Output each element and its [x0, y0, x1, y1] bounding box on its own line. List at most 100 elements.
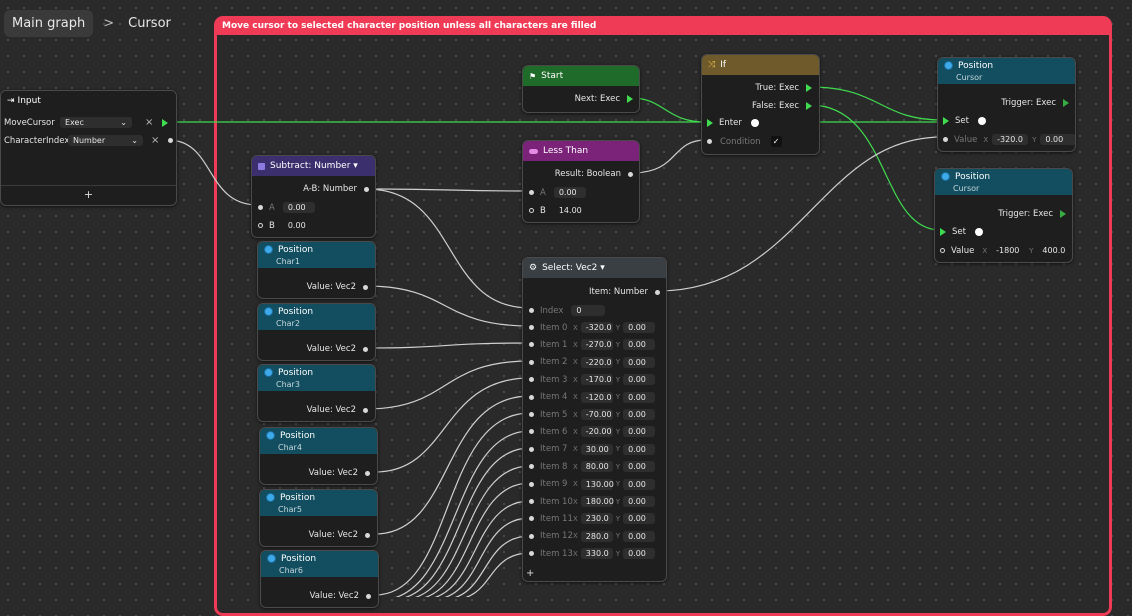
subtract-a-field[interactable]: 0.00 — [282, 202, 315, 213]
select-item-y-field[interactable]: 0.00 — [623, 426, 656, 438]
position-char6-node[interactable]: Position Char6 Value: Vec2 — [260, 550, 379, 608]
position-char1-node[interactable]: Position Char1 Value: Vec2 — [257, 241, 376, 299]
select-item-x-field[interactable]: 180.00 — [580, 496, 614, 507]
position-char5-node[interactable]: Position Char5 Value: Vec2 — [259, 489, 378, 547]
input-type-select-movecursor[interactable]: Exec ⌄ — [60, 117, 132, 128]
select-item-y-field[interactable]: 0.00 — [623, 339, 656, 351]
select-item-x-field[interactable]: 130.00 — [580, 478, 614, 490]
add-input-button[interactable]: + — [1, 188, 176, 201]
number-input-port[interactable] — [258, 205, 263, 210]
vec2-input-port[interactable] — [940, 248, 945, 253]
exec-output-port[interactable] — [806, 84, 812, 92]
select-item-y-field[interactable]: 0.00 — [623, 374, 656, 386]
select-item-y-field[interactable]: 0.00 — [623, 496, 656, 507]
less-than-b-field[interactable]: 14.00 — [554, 205, 588, 216]
select-item-x-field[interactable]: -70.00 — [580, 409, 613, 420]
set-trigger-button[interactable] — [977, 117, 986, 125]
select-node[interactable]: ⚙ Select: Vec2 ▾ Item: Number Index 0 It… — [522, 257, 667, 582]
set-trigger-button[interactable] — [974, 228, 983, 236]
vec2-input-port[interactable] — [529, 446, 534, 452]
vec2-input-port[interactable] — [529, 481, 534, 487]
select-item-x-field[interactable]: 280.0 — [580, 530, 613, 542]
enter-trigger-button[interactable] — [750, 119, 759, 127]
select-item-y-field[interactable]: 0.00 — [623, 443, 656, 455]
select-item-x-field[interactable]: 80.00 — [580, 461, 613, 473]
position-char4-node[interactable]: Position Char4 Value: Vec2 — [259, 427, 378, 485]
vec2-input-port[interactable] — [529, 464, 534, 470]
vec2-input-port[interactable] — [529, 551, 534, 557]
select-item-y-field[interactable]: 0.00 — [623, 478, 656, 490]
exec-output-port[interactable] — [1063, 99, 1069, 107]
vec2-output-port[interactable] — [363, 346, 368, 352]
remove-input-icon[interactable]: × — [151, 135, 159, 146]
less-than-a-field[interactable]: 0.00 — [553, 187, 586, 198]
position-x-field[interactable]: -1800 — [991, 245, 1025, 256]
subtract-node[interactable]: Subtract: Number ▾ A-B: Number A 0.00 B … — [251, 155, 376, 238]
select-item-x-field[interactable]: 30.00 — [580, 443, 613, 455]
select-item-x-field[interactable]: 330.0 — [580, 548, 613, 560]
group-title[interactable]: Move cursor to selected character positi… — [217, 19, 1109, 35]
vec2-output-port[interactable] — [365, 470, 370, 476]
less-than-node[interactable]: Less Than Result: Boolean A 0.00 B 14.00 — [522, 140, 640, 223]
number-input-port[interactable] — [258, 223, 263, 228]
select-item-y-field[interactable]: 0.00 — [623, 391, 656, 403]
vec2-input-port[interactable] — [943, 137, 948, 142]
position-y-field[interactable]: 400.0 — [1037, 245, 1071, 256]
select-item-y-field[interactable]: 0.00 — [623, 530, 656, 542]
vec2-output-port[interactable] — [366, 593, 371, 599]
exec-output-port[interactable] — [627, 95, 633, 103]
select-item-x-field[interactable]: 230.0 — [580, 513, 613, 525]
vec2-input-port[interactable] — [529, 533, 534, 539]
select-index-field[interactable]: 0 — [571, 305, 606, 316]
vec2-input-port[interactable] — [529, 412, 534, 417]
subtract-node-title[interactable]: Subtract: Number ▾ — [270, 161, 358, 171]
select-item-y-field[interactable]: 0.00 — [623, 409, 656, 420]
number-output-port[interactable] — [655, 289, 660, 295]
select-item-x-field[interactable]: -320.0 — [580, 322, 613, 333]
vec2-input-port[interactable] — [529, 394, 534, 400]
boolean-output-port[interactable] — [628, 171, 633, 177]
exec-input-port[interactable] — [940, 228, 946, 236]
position-cursor-node-top[interactable]: Position Cursor Trigger: Exec Set Value … — [937, 57, 1076, 152]
select-item-y-field[interactable]: 0.00 — [623, 513, 656, 525]
start-node[interactable]: ⚑ Start Next: Exec — [522, 65, 640, 113]
vec2-output-port[interactable] — [365, 532, 370, 538]
position-x-field[interactable]: -320.0 — [992, 134, 1029, 145]
breadcrumb-main-graph[interactable]: Main graph — [4, 9, 94, 37]
vec2-input-port[interactable] — [529, 499, 534, 504]
select-node-title[interactable]: Select: Vec2 ▾ — [542, 263, 605, 273]
vec2-input-port[interactable] — [529, 325, 534, 330]
select-item-y-field[interactable]: 0.00 — [623, 322, 656, 333]
input-node[interactable]: ⇥ Input MoveCursor Exec ⌄ × CharacterInde… — [0, 90, 177, 206]
if-node[interactable]: ⤨ If True: Exec False: Exec Enter Condit… — [701, 54, 820, 155]
vec2-output-port[interactable] — [363, 284, 368, 290]
position-y-field[interactable]: 0.00 — [1040, 134, 1075, 145]
vec2-input-port[interactable] — [529, 516, 534, 522]
vec2-output-port[interactable] — [363, 407, 368, 413]
number-input-port[interactable] — [529, 308, 534, 313]
select-item-x-field[interactable]: -120.0 — [580, 391, 613, 403]
vec2-input-port[interactable] — [529, 429, 534, 435]
select-item-y-field[interactable]: 0.00 — [623, 461, 656, 473]
exec-input-port[interactable] — [707, 119, 713, 127]
remove-input-icon[interactable]: × — [145, 117, 153, 128]
input-type-select-characterindex[interactable]: Number ⌄ — [68, 135, 143, 146]
boolean-input-port[interactable] — [707, 139, 712, 144]
select-item-y-field[interactable]: 0.00 — [623, 356, 656, 368]
vec2-input-port[interactable] — [529, 342, 534, 348]
condition-checkbox[interactable]: ✓ — [770, 136, 782, 147]
number-output-port[interactable] — [168, 138, 174, 143]
position-char2-node[interactable]: Position Char2 Value: Vec2 — [257, 303, 376, 361]
exec-output-port[interactable] — [806, 102, 812, 110]
input-name-movecursor[interactable]: MoveCursor — [4, 118, 60, 128]
select-item-x-field[interactable]: -170.0 — [580, 374, 613, 386]
add-item-button[interactable]: + — [526, 568, 534, 579]
select-item-x-field[interactable]: -20.00 — [580, 426, 613, 438]
select-item-x-field[interactable]: -220.0 — [580, 356, 613, 368]
exec-output-port[interactable] — [1060, 210, 1066, 218]
position-cursor-node-bottom[interactable]: Position Cursor Trigger: Exec Set Value … — [934, 168, 1073, 263]
select-item-x-field[interactable]: -270.0 — [580, 339, 613, 351]
subtract-b-field[interactable]: 0.00 — [283, 220, 315, 231]
exec-output-port[interactable] — [162, 118, 169, 127]
number-input-port[interactable] — [529, 190, 534, 195]
